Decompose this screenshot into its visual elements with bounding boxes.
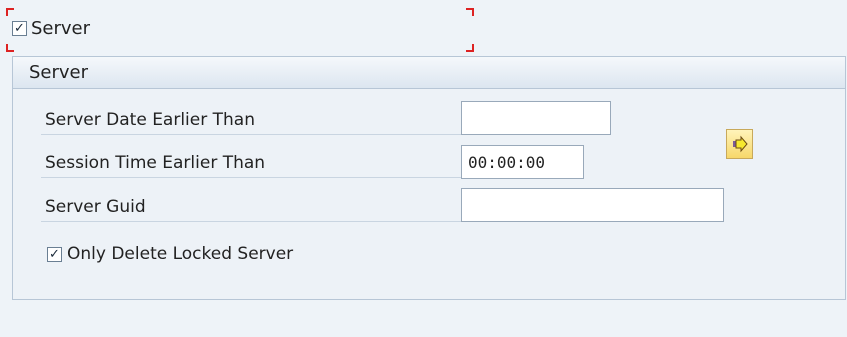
server-date-input[interactable] [461, 101, 611, 135]
locked-server-checkbox-control[interactable]: ✓ Only Delete Locked Server [47, 244, 293, 264]
session-time-input[interactable]: 00:00:00 [461, 145, 584, 179]
server-checkbox[interactable]: ✓ [12, 21, 27, 36]
locked-server-label: Only Delete Locked Server [67, 244, 294, 264]
focus-corner-top-left [6, 8, 14, 16]
server-guid-row: Server Guid [41, 192, 461, 222]
server-guid-label: Server Guid [45, 196, 146, 217]
check-icon: ✓ [49, 246, 60, 262]
session-time-label: Session Time Earlier Than [45, 152, 266, 173]
server-checkbox-control[interactable]: ✓ Server [12, 18, 90, 39]
session-time-row: Session Time Earlier Than [41, 148, 461, 178]
server-guid-search-button[interactable] [726, 129, 753, 159]
server-group-box: Server Server Date Earlier Than Session … [12, 56, 846, 300]
server-group-title: Server [29, 62, 89, 83]
focus-corner-bottom-left [6, 44, 14, 52]
server-group-header: Server [13, 57, 845, 89]
server-guid-input[interactable] [461, 188, 724, 222]
server-date-row: Server Date Earlier Than [41, 105, 461, 135]
server-date-label: Server Date Earlier Than [45, 109, 255, 130]
check-icon: ✓ [14, 21, 25, 36]
locked-server-checkbox[interactable]: ✓ [47, 246, 62, 262]
server-checkbox-label: Server [31, 18, 91, 39]
arrow-right-icon [732, 135, 748, 153]
focus-corner-bottom-right [466, 44, 474, 52]
focus-corner-top-right [466, 8, 474, 16]
